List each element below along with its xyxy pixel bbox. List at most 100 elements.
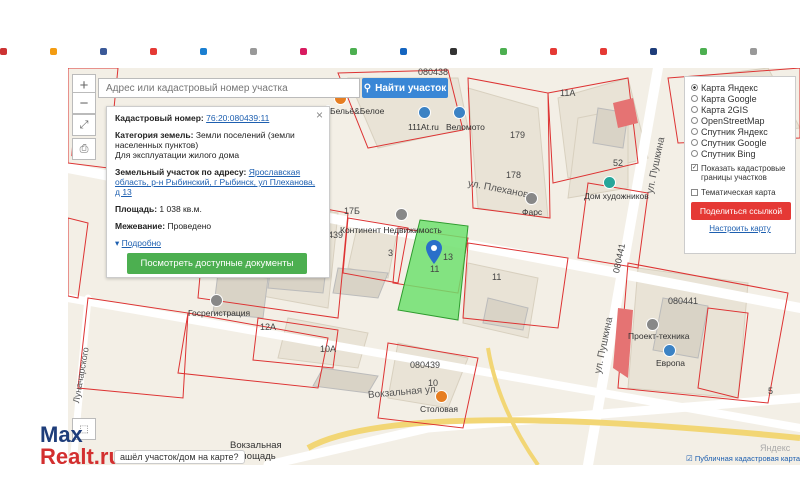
poi-111at-icon[interactable] (418, 106, 431, 119)
place-velomoto: Веломото (446, 122, 485, 132)
bookmark-favicon-icon (250, 47, 257, 55)
place-stolovaya: Столовая (420, 404, 459, 414)
checkbox-unchecked[interactable] (691, 189, 698, 196)
bookmark-favicon-icon (650, 47, 657, 55)
parcel-info-panel: × Кадастровый номер: 76:20:080439:11 Кат… (106, 106, 330, 278)
bookmark-favicon-icon (150, 47, 157, 55)
thematic-label: Тематическая карта (701, 188, 776, 197)
radio-icon[interactable] (691, 128, 698, 135)
watermark-max: Max (40, 422, 83, 447)
layer-option-label: Карта 2GIS (701, 104, 749, 115)
radio-icon[interactable] (691, 150, 698, 157)
radio-icon[interactable] (691, 95, 698, 102)
num-178: 178 (506, 170, 522, 180)
radio-selected-icon[interactable] (691, 84, 698, 91)
num-179: 179 (510, 130, 526, 140)
bookmark-item[interactable] (200, 45, 250, 57)
bookmark-item[interactable] (750, 45, 800, 57)
bookmark-item[interactable] (0, 45, 50, 57)
bookmark-favicon-icon (350, 47, 357, 55)
poi-dom-hud-icon[interactable] (603, 176, 616, 189)
layer-option-label: OpenStreetMap (701, 115, 765, 126)
num-10a: 10А (320, 344, 337, 354)
details-link[interactable]: Подробно (122, 238, 161, 248)
bookmark-favicon-icon (700, 47, 707, 55)
poi-kontinent-icon[interactable] (395, 208, 408, 221)
radio-icon[interactable] (691, 117, 698, 124)
layer-switcher: Карта Яндекс Карта Google Карта 2GIS OpenSt… (684, 76, 796, 254)
close-icon[interactable]: × (316, 109, 323, 121)
radio-icon[interactable] (691, 106, 698, 113)
layer-option[interactable]: Карта 2GIS (691, 104, 789, 115)
view-documents-button[interactable]: Посмотреть доступные документы (127, 253, 307, 274)
bookmark-item[interactable] (350, 45, 400, 57)
layer-option[interactable]: OpenStreetMap (691, 115, 789, 126)
survey-label: Межевание: (115, 221, 166, 231)
fullscreen-icon[interactable]: ⤢ (72, 114, 96, 136)
num-11-a: 11 (430, 264, 440, 274)
caret-down-icon: ▾ (115, 238, 120, 248)
place-beloe: Бельё&Белое (330, 106, 385, 116)
cadastral-number-link[interactable]: 76:20:080439:11 (206, 113, 269, 123)
search-input[interactable] (98, 78, 360, 98)
num-080441-a: 080441 (668, 296, 699, 306)
num-17b: 17Б (344, 206, 360, 216)
num-52: 52 (613, 158, 624, 168)
bookmark-item[interactable] (150, 45, 200, 57)
credit-link[interactable]: ☑ Публичная кадастровая карта (686, 454, 800, 463)
bookmark-item[interactable] (550, 45, 600, 57)
place-evropa: Европа (656, 358, 685, 368)
bookmark-item[interactable] (400, 45, 450, 57)
num-3: 3 (388, 248, 394, 258)
share-link-button[interactable]: Поделиться ссылкой (691, 202, 791, 220)
area-label: Площадь: (115, 204, 158, 214)
layer-option[interactable]: Спутник Bing (691, 148, 789, 159)
credit-label: Публичная кадастровая карта (694, 454, 800, 463)
location-pin-icon[interactable] (426, 240, 442, 264)
bookmark-item[interactable] (650, 45, 700, 57)
bookmark-item[interactable] (250, 45, 300, 57)
layer-option-label: Спутник Bing (701, 148, 756, 159)
search-icon: ⚲ (363, 82, 372, 94)
poi-gosreg-icon[interactable] (210, 294, 223, 307)
show-boundaries-option[interactable]: ✓ Показать кадастровые границы участков (691, 164, 789, 182)
poi-stolovaya-icon[interactable] (435, 390, 448, 403)
bookmark-item[interactable] (100, 45, 150, 57)
layer-option[interactable]: Спутник Яндекс (691, 126, 789, 137)
poi-velomoto-icon[interactable] (453, 106, 466, 119)
bookmark-favicon-icon (300, 47, 307, 55)
bookmarks-bar (0, 45, 800, 59)
bookmark-favicon-icon (50, 47, 57, 55)
yandex-logo: Яндекс (760, 443, 791, 453)
print-icon[interactable]: ⎙ (72, 138, 96, 160)
bookmark-favicon-icon (450, 47, 457, 55)
find-parcel-button[interactable]: ⚲ Найти участок (362, 78, 448, 98)
zoom-out-button[interactable]: − (72, 92, 96, 114)
bookmark-favicon-icon (550, 47, 557, 55)
poi-fars-icon[interactable] (525, 192, 538, 205)
poi-proekt-icon[interactable] (646, 318, 659, 331)
layer-option[interactable]: Карта Яндекс (691, 82, 789, 93)
bookmark-item[interactable] (700, 45, 750, 57)
bookmark-favicon-icon (500, 47, 507, 55)
bookmark-item[interactable] (300, 45, 350, 57)
thematic-option[interactable]: Тематическая карта (691, 187, 789, 198)
checkbox-checked[interactable]: ✓ (691, 164, 698, 171)
place-dom-hud: Дом художников (584, 191, 649, 201)
bookmark-item[interactable] (450, 45, 500, 57)
bookmark-item[interactable] (500, 45, 550, 57)
num-080439: 080439 (410, 360, 441, 370)
bookmark-item[interactable] (50, 45, 100, 57)
bookmark-item[interactable] (600, 45, 650, 57)
found-parcel-tip[interactable]: ашёл участок/дом на карте? (114, 450, 245, 464)
place-111at: 111At.ru (408, 122, 439, 132)
category-label: Категория земель: (115, 130, 194, 140)
layer-option[interactable]: Карта Google (691, 93, 789, 104)
num-439: 439 (328, 230, 344, 240)
bookmark-favicon-icon (200, 47, 207, 55)
poi-evropa-icon[interactable] (663, 344, 676, 357)
setup-map-link[interactable]: Настроить карту (691, 224, 789, 233)
area-value: 1 038 кв.м. (159, 204, 202, 214)
layer-option[interactable]: Спутник Google (691, 137, 789, 148)
radio-icon[interactable] (691, 139, 698, 146)
